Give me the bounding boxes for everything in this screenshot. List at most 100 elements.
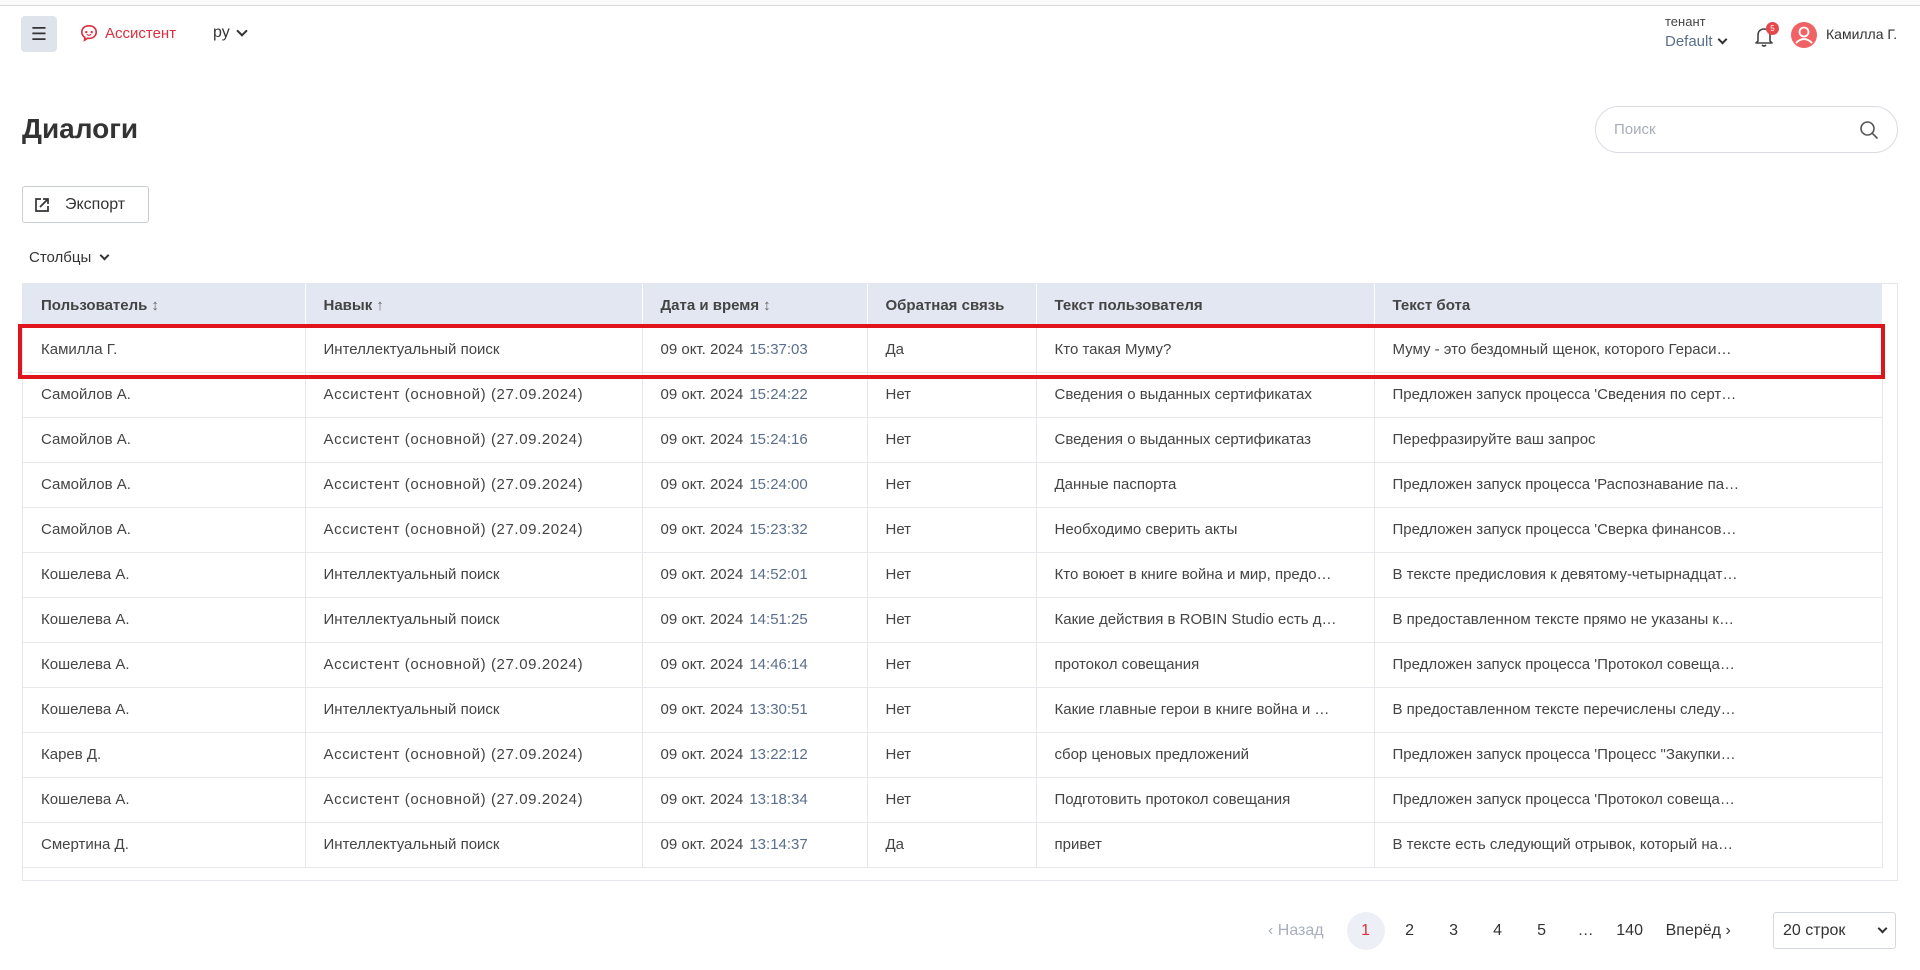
cell-skill: Интеллектуальный поиск: [305, 822, 643, 868]
cell-bot-text: Предложен запуск процесса 'Процесс "Заку…: [1374, 732, 1883, 778]
menu-icon: ☰: [30, 23, 48, 44]
cell-user-text: Сведения о выданных сертификатаз: [1036, 417, 1375, 463]
cell-skill: Ассистент (основной) (27.09.2024): [305, 777, 643, 823]
tenant-value[interactable]: Default: [1665, 33, 1727, 50]
cell-time: 13:22:12: [749, 746, 808, 763]
search-input[interactable]: [1614, 121, 1859, 138]
cell-feedback: Нет: [867, 732, 1037, 778]
pagination-page[interactable]: 4: [1479, 912, 1517, 950]
pagination-next[interactable]: Вперёд ›: [1666, 922, 1731, 940]
table-row[interactable]: Кошелева А. Ассистент (основной) (27.09.2…: [23, 777, 1883, 823]
pagination-page[interactable]: 5: [1523, 912, 1561, 950]
cell-user-text: Подготовить протокол совещания: [1036, 777, 1375, 823]
cell-skill: Интеллектуальный поиск: [305, 552, 643, 598]
cell-datetime: 09 окт. 2024 13:14:37: [642, 822, 868, 868]
cell-feedback: Нет: [867, 777, 1037, 823]
chevron-down-icon: [1877, 923, 1888, 933]
cell-datetime: 09 окт. 2024 13:18:34: [642, 777, 868, 823]
cell-user: Кошелева А.: [23, 777, 306, 823]
cell-user: Камилла Г.: [23, 327, 306, 373]
table-row[interactable]: Самойлов А. Ассистент (основной) (27.09.2…: [23, 507, 1883, 553]
table-row[interactable]: Кошелева А. Интеллектуальный поиск 09 окт.…: [23, 687, 1883, 733]
cell-datetime: 09 окт. 2024 15:37:03: [642, 327, 868, 373]
search-icon[interactable]: [1859, 120, 1879, 140]
language-value: ру: [213, 24, 230, 41]
table-row[interactable]: Смертина Д. Интеллектуальный поиск 09 окт.…: [23, 822, 1883, 868]
cell-user-text: Данные паспорта: [1036, 462, 1375, 508]
table-row[interactable]: Самойлов А. Ассистент (основной) (27.09.2…: [23, 462, 1883, 508]
cell-user-text: привет: [1036, 822, 1375, 868]
cell-user-text: сбор ценовых предложений: [1036, 732, 1375, 778]
sort-icon[interactable]: ↕: [151, 297, 159, 314]
brand-logo[interactable]: Ассистент: [80, 24, 176, 42]
cell-date: 09 окт. 2024: [660, 476, 744, 493]
user-name[interactable]: Камилла Г.: [1826, 26, 1897, 42]
column-header-user[interactable]: Пользователь ↕: [23, 284, 306, 327]
column-header-skill[interactable]: Навык ↑: [305, 284, 643, 327]
table-row[interactable]: Карев Д. Ассистент (основной) (27.09.2024…: [23, 732, 1883, 778]
cell-bot-text: Предложен запуск процесса 'Сведения по с…: [1374, 372, 1883, 418]
brand-name: Ассистент: [105, 24, 177, 42]
user-avatar-icon[interactable]: [1790, 21, 1818, 49]
table-row[interactable]: Самойлов А. Ассистент (основной) (27.09.2…: [23, 417, 1883, 463]
menu-button[interactable]: ☰: [21, 16, 57, 52]
cell-skill: Интеллектуальный поиск: [305, 687, 643, 733]
cell-user: Кошелева А.: [23, 552, 306, 598]
cell-feedback: Да: [867, 327, 1037, 373]
table-row[interactable]: Кошелева А. Ассистент (основной) (27.09.2…: [23, 642, 1883, 688]
cell-date: 09 окт. 2024: [660, 431, 744, 448]
browser-top-border: [0, 0, 1920, 6]
pagination-page[interactable]: 1: [1346, 912, 1385, 950]
cell-user-text: Кто воюет в книге война и мир, предо…: [1036, 552, 1375, 598]
cell-feedback: Да: [867, 822, 1037, 868]
cell-time: 14:51:25: [749, 611, 808, 628]
sort-icon[interactable]: ↕: [763, 297, 771, 314]
cell-datetime: 09 окт. 2024 15:23:32: [642, 507, 868, 553]
cell-user: Самойлов А.: [23, 417, 306, 463]
cell-time: 13:14:37: [749, 836, 808, 853]
tenant-selector[interactable]: тенант Default: [1665, 14, 1727, 50]
cell-date: 09 окт. 2024: [660, 746, 744, 763]
cell-time: 14:52:01: [749, 566, 808, 583]
tenant-label: тенант: [1665, 14, 1706, 29]
pagination-page[interactable]: 3: [1435, 912, 1473, 950]
cell-skill: Интеллектуальный поиск: [305, 597, 643, 643]
search-box[interactable]: [1595, 106, 1898, 153]
tenant-value-text: Default: [1665, 33, 1713, 50]
export-button[interactable]: Экспорт: [22, 186, 149, 223]
assistant-logo-icon: [80, 24, 98, 42]
columns-dropdown[interactable]: Столбцы: [29, 249, 110, 266]
pagination-prev[interactable]: ‹ Назад: [1268, 922, 1324, 940]
language-selector[interactable]: ру: [213, 24, 248, 42]
table-row[interactable]: Кошелева А. Интеллектуальный поиск 09 окт.…: [23, 552, 1883, 598]
table-row[interactable]: Кошелева А. Интеллектуальный поиск 09 окт.…: [23, 597, 1883, 643]
table-header-row: Пользователь ↕ Навык ↑ Дата и время ↕ Обрат…: [23, 284, 1883, 327]
dialogs-table: Пользователь ↕ Навык ↑ Дата и время ↕ Обрат…: [22, 283, 1898, 881]
pagination-last-page[interactable]: 140: [1611, 912, 1649, 950]
cell-feedback: Нет: [867, 552, 1037, 598]
cell-time: 13:18:34: [749, 791, 808, 808]
rows-per-page-select[interactable]: 20 строк: [1773, 912, 1896, 949]
table-row[interactable]: Камилла Г. Интеллектуальный поиск 09 окт. …: [23, 327, 1883, 373]
cell-skill: Интеллектуальный поиск: [305, 327, 643, 373]
sort-asc-icon[interactable]: ↑: [376, 297, 384, 314]
column-header-datetime[interactable]: Дата и время ↕: [642, 284, 868, 327]
chevron-down-icon: [99, 250, 110, 260]
cell-time: 15:24:16: [749, 431, 808, 448]
chevron-down-icon: [1717, 34, 1727, 44]
cell-user: Самойлов А.: [23, 462, 306, 508]
cell-date: 09 окт. 2024: [660, 340, 744, 358]
export-label: Экспорт: [65, 195, 126, 213]
pagination-page[interactable]: 2: [1391, 912, 1429, 950]
cell-date: 09 окт. 2024: [660, 701, 744, 718]
cell-user: Самойлов А.: [23, 507, 306, 553]
cell-date: 09 окт. 2024: [660, 386, 744, 403]
cell-user: Кошелева А.: [23, 642, 306, 688]
cell-date: 09 окт. 2024: [660, 566, 744, 583]
pagination-ellipsis: …: [1577, 922, 1594, 939]
cell-date: 09 окт. 2024: [660, 836, 744, 853]
cell-datetime: 09 окт. 2024 14:52:01: [642, 552, 868, 598]
cell-bot-text: Муму - это бездомный щенок, которого Гер…: [1374, 327, 1883, 373]
cell-user-text: Необходимо сверить акты: [1036, 507, 1375, 553]
table-row[interactable]: Самойлов А. Ассистент (основной) (27.09.2…: [23, 372, 1883, 418]
